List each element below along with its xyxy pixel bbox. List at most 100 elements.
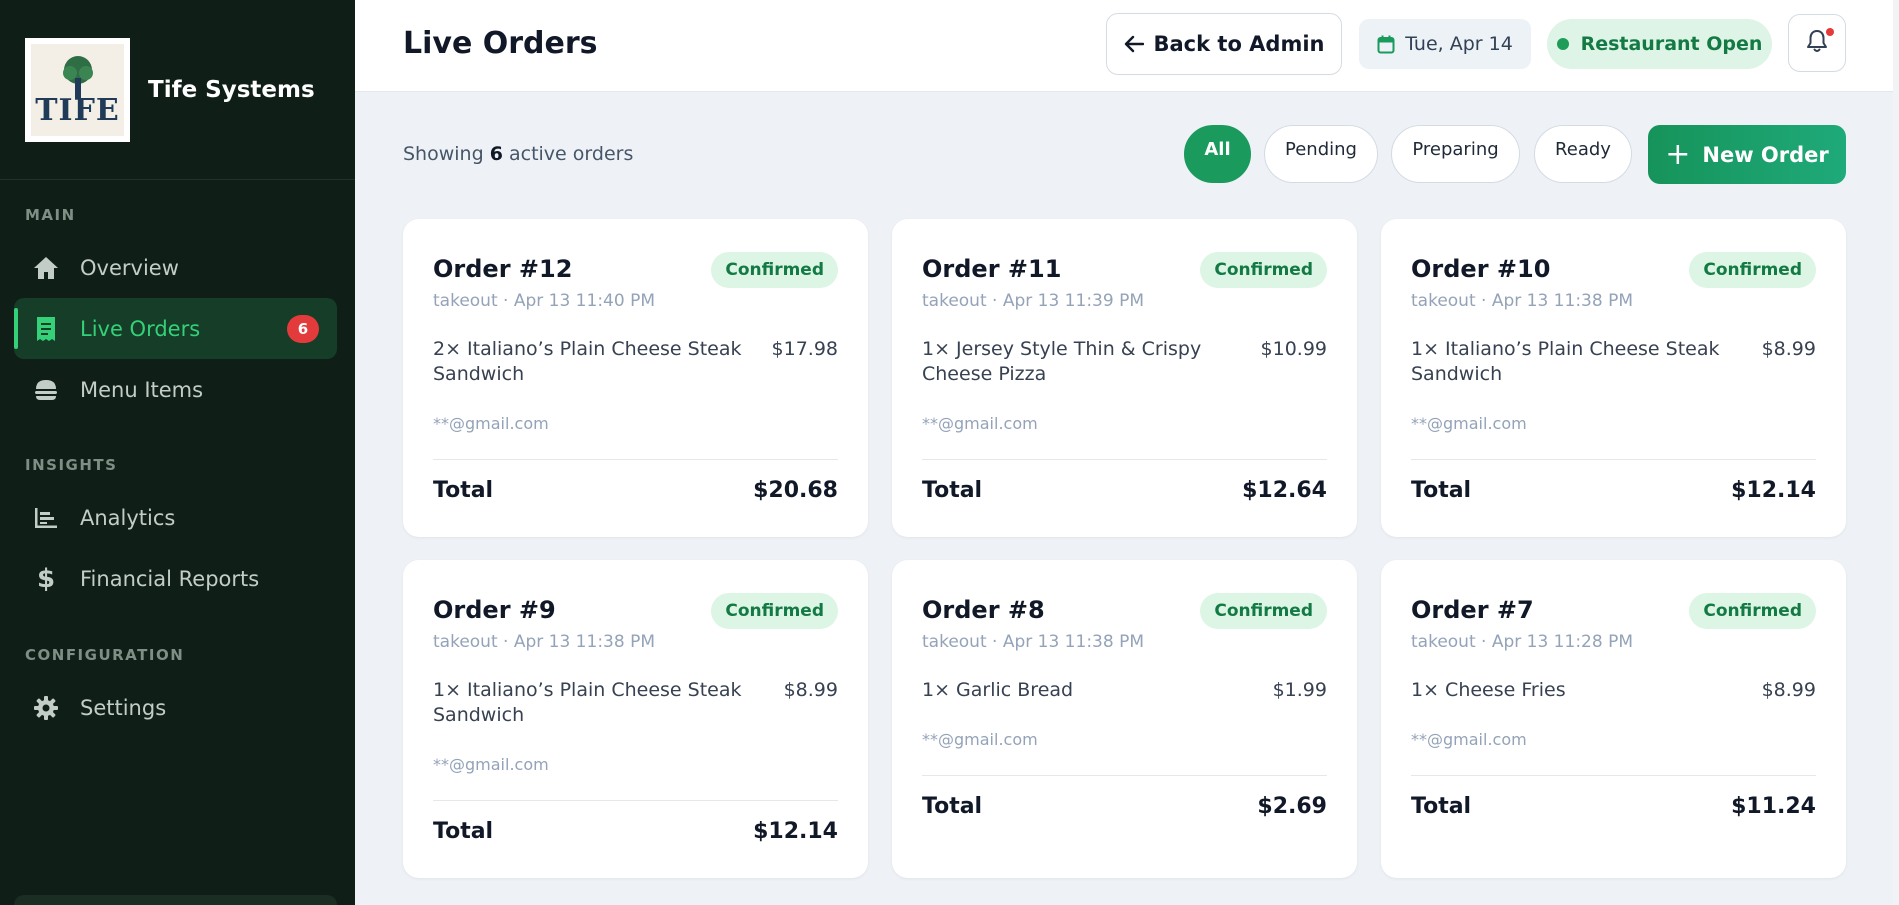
order-meta: takeout · Apr 13 11:38 PM	[922, 632, 1144, 652]
order-total: $20.68	[753, 478, 838, 503]
total-label: Total	[1411, 794, 1472, 819]
order-total: $11.24	[1731, 794, 1816, 819]
total-label: Total	[922, 794, 983, 819]
order-status-badge: Confirmed	[1200, 593, 1327, 629]
order-title: Order #12	[433, 255, 573, 283]
order-item-price: $17.98	[771, 338, 838, 360]
gear-icon	[32, 694, 60, 722]
total-label: Total	[433, 819, 494, 844]
brand[interactable]: TIFE Tife Systems	[0, 0, 355, 180]
filter-pending[interactable]: Pending	[1264, 125, 1378, 183]
order-title: Order #11	[922, 255, 1062, 283]
brand-name: Tife Systems	[148, 76, 315, 103]
order-item-price: $8.99	[1761, 679, 1816, 701]
order-item-name: 1× Cheese Fries	[1411, 679, 1566, 701]
order-status-badge: Confirmed	[1689, 252, 1816, 288]
section-label-configuration: CONFIGURATION	[25, 646, 185, 664]
total-label: Total	[433, 478, 494, 503]
order-total: $12.64	[1242, 478, 1327, 503]
date-text: Tue, Apr 14	[1405, 33, 1513, 55]
calendar-icon	[1377, 35, 1395, 54]
section-label-insights: INSIGHTS	[25, 456, 118, 474]
plus-icon: +	[1665, 136, 1691, 172]
back-to-admin-label: Back to Admin	[1153, 32, 1325, 56]
total-label: Total	[1411, 478, 1472, 503]
order-meta: takeout · Apr 13 11:28 PM	[1411, 632, 1633, 652]
order-item-price: $10.99	[1260, 338, 1327, 360]
order-item-price: $8.99	[783, 679, 838, 701]
page-scrollbar[interactable]	[1893, 0, 1899, 905]
active-orders-summary: Showing 6 active orders	[403, 143, 633, 165]
customer-email: **@gmail.com	[433, 755, 549, 774]
card-divider	[1411, 775, 1816, 776]
order-item-name: 1× Italiano’s Plain Cheese Steak Sandwic…	[433, 679, 742, 726]
filter-all[interactable]: All	[1184, 125, 1251, 183]
order-meta: takeout · Apr 13 11:40 PM	[433, 291, 655, 311]
restaurant-status-text: Restaurant Open	[1580, 33, 1763, 55]
burger-icon	[32, 376, 60, 404]
back-to-admin-button[interactable]: Back to Admin	[1106, 13, 1342, 75]
brand-logo: TIFE	[25, 37, 130, 142]
new-order-button[interactable]: + New Order	[1648, 125, 1846, 184]
bar-chart-icon	[32, 504, 60, 532]
order-status-badge: Confirmed	[1689, 593, 1816, 629]
order-title: Order #9	[433, 596, 556, 624]
order-card[interactable]: Order #11 takeout · Apr 13 11:39 PM Conf…	[892, 219, 1357, 537]
dollar-icon: $	[36, 563, 56, 594]
order-card[interactable]: Order #8 takeout · Apr 13 11:38 PM Confi…	[892, 560, 1357, 878]
showing-prefix: Showing	[403, 143, 484, 165]
card-divider	[1411, 459, 1816, 460]
order-card[interactable]: Order #12 takeout · Apr 13 11:40 PM Conf…	[403, 219, 868, 537]
order-status-badge: Confirmed	[711, 252, 838, 288]
sidebar-item-label: Menu Items	[80, 377, 204, 402]
page-title: Live Orders	[403, 26, 598, 61]
sidebar-item-overview[interactable]: Overview	[14, 237, 337, 298]
sidebar-item-menu-items[interactable]: Menu Items	[14, 359, 337, 420]
restaurant-status-badge: Restaurant Open	[1547, 19, 1772, 69]
home-icon	[32, 254, 60, 282]
order-card[interactable]: Order #10 takeout · Apr 13 11:38 PM Conf…	[1381, 219, 1846, 537]
order-item-name: 1× Jersey Style Thin & Crispy Cheese Piz…	[922, 338, 1202, 385]
order-total: $2.69	[1257, 794, 1327, 819]
card-divider	[922, 775, 1327, 776]
order-card[interactable]: Order #7 takeout · Apr 13 11:28 PM Confi…	[1381, 560, 1846, 878]
card-divider	[433, 800, 838, 801]
sidebar-item-analytics[interactable]: Analytics	[14, 487, 337, 548]
sidebar-item-label: Overview	[80, 255, 179, 280]
top-header: Live Orders Back to Admin Tue, Apr 14 Re…	[355, 0, 1893, 92]
sidebar-item-live-orders[interactable]: Live Orders 6	[14, 298, 337, 359]
order-card[interactable]: Order #9 takeout · Apr 13 11:38 PM Confi…	[403, 560, 868, 878]
order-item-name: 1× Italiano’s Plain Cheese Steak Sandwic…	[1411, 338, 1720, 385]
sidebar-item-financial-reports[interactable]: $ Financial Reports	[14, 548, 337, 609]
order-item-name: 1× Garlic Bread	[922, 679, 1074, 701]
filter-preparing[interactable]: Preparing	[1391, 125, 1520, 183]
order-meta: takeout · Apr 13 11:38 PM	[1411, 291, 1633, 311]
sidebar-item-label: Settings	[80, 695, 167, 720]
order-total: $12.14	[753, 819, 838, 844]
sidebar-item-label: Analytics	[80, 505, 176, 530]
total-label: Total	[922, 478, 983, 503]
card-divider	[433, 459, 838, 460]
section-label-main: MAIN	[25, 206, 76, 224]
customer-email: **@gmail.com	[1411, 414, 1527, 433]
bell-icon	[1806, 29, 1828, 57]
sidebar-item-label: Live Orders	[80, 316, 201, 341]
order-status-badge: Confirmed	[711, 593, 838, 629]
sidebar-item-settings[interactable]: Settings	[14, 677, 337, 738]
card-divider	[922, 459, 1327, 460]
order-title: Order #10	[1411, 255, 1551, 283]
status-dot-icon	[1556, 38, 1569, 50]
showing-suffix: active orders	[508, 143, 634, 165]
sidebar-item-label: Financial Reports	[80, 566, 260, 591]
order-status-badge: Confirmed	[1200, 252, 1327, 288]
order-total: $12.14	[1731, 478, 1816, 503]
new-order-label: New Order	[1702, 142, 1829, 167]
order-title: Order #8	[922, 596, 1045, 624]
customer-email: **@gmail.com	[1411, 730, 1527, 749]
sidebar: TIFE Tife Systems MAIN Overview Live Ord…	[0, 0, 355, 905]
order-item-price: $1.99	[1272, 679, 1327, 701]
filter-ready[interactable]: Ready	[1534, 125, 1632, 183]
customer-email: **@gmail.com	[922, 730, 1038, 749]
notifications-button[interactable]	[1788, 14, 1846, 72]
brand-logo-text: TIFE	[35, 92, 120, 128]
